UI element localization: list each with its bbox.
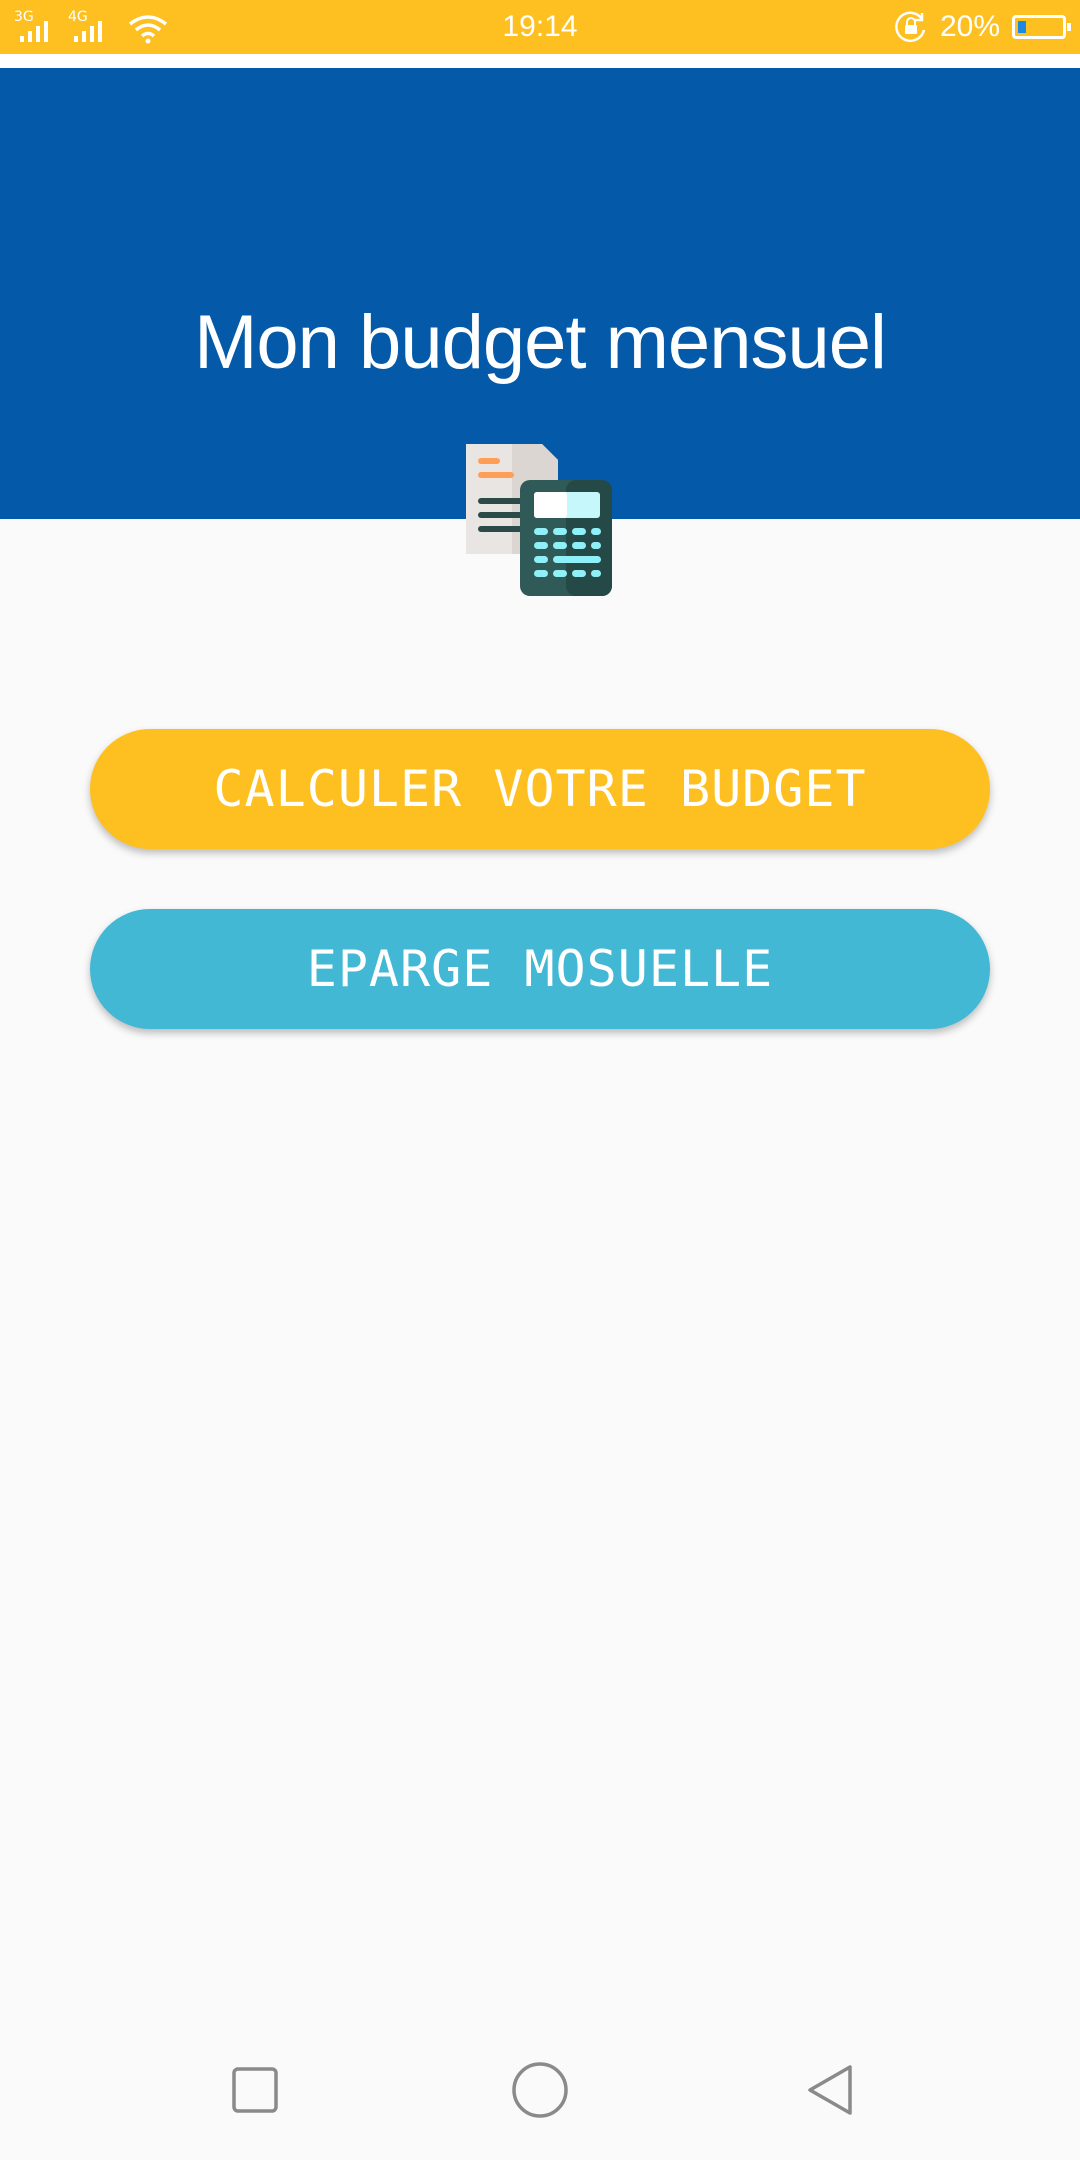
calculate-budget-button[interactable]: CALCULER VOTRE BUDGET [90, 729, 990, 849]
battery-icon [1012, 15, 1071, 39]
home-button[interactable] [500, 2050, 580, 2130]
recents-button[interactable] [215, 2050, 295, 2130]
status-bar: 3G 4G 19:14 20% [0, 0, 1080, 54]
status-right: 20% [894, 8, 1071, 46]
rotation-lock-icon [895, 11, 926, 43]
divider-strip [0, 54, 1080, 68]
battery-level [1018, 21, 1026, 33]
monthly-savings-button[interactable]: EPARGE MOSUELLE [90, 909, 990, 1029]
back-icon [808, 2065, 852, 2115]
navigation-bar [0, 2020, 1080, 2160]
budget-calculator-icon [466, 444, 612, 596]
page-title: Mon budget mensuel [194, 300, 887, 385]
battery-percent: 20% [939, 10, 1000, 43]
home-icon [512, 2062, 568, 2118]
recents-icon [232, 2067, 278, 2113]
back-button[interactable] [790, 2050, 870, 2130]
